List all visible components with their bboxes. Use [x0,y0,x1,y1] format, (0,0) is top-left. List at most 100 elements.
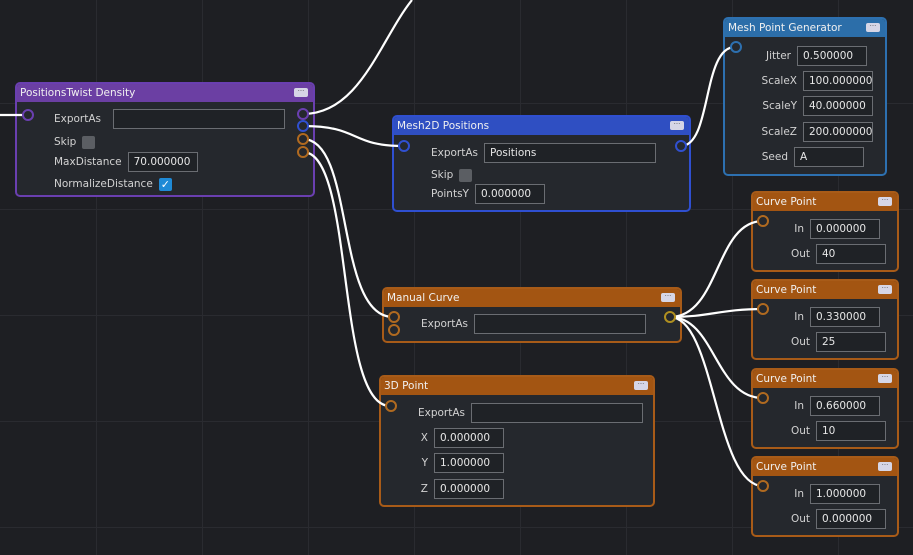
node-curve-point[interactable]: Curve Point ··· In 0.660000 Out 10 [751,368,899,449]
normalizedistance-label: NormalizeDistance [54,178,153,190]
input-port[interactable] [388,311,400,323]
node-title: Curve Point [756,373,817,385]
exportas-input[interactable]: Positions [484,143,657,163]
scaley-input[interactable]: 40.000000 [803,96,873,116]
skip-label: Skip [54,136,77,148]
jitter-label: Jitter [765,50,791,62]
z-label: Z [420,483,428,495]
out-label: Out [790,248,810,260]
skip-checkbox[interactable] [82,135,96,149]
in-input[interactable]: 0.660000 [810,396,880,416]
node-header[interactable]: Manual Curve ··· [384,289,680,307]
input-port[interactable] [757,215,769,227]
seed-label: Seed [761,151,788,163]
exportas-label: ExportAs [431,147,479,159]
node-header[interactable]: Curve Point ··· [753,281,897,299]
comment-icon[interactable]: ··· [878,462,892,471]
node-header[interactable]: 3D Point ··· [381,377,653,395]
maxdistance-label: MaxDistance [54,156,122,168]
skip-checkbox[interactable] [459,168,473,182]
in-input[interactable]: 1.000000 [810,484,880,504]
node-curve-point[interactable]: Curve Point ··· In 1.000000 Out 0.000000 [751,456,899,537]
comment-icon[interactable]: ··· [661,293,675,302]
wire [302,0,413,116]
node-3d-point[interactable]: 3D Point ··· ExportAs X 0.000000 Y 1.000000… [379,375,655,507]
exportas-label: ExportAs [54,113,102,125]
exportas-input[interactable] [113,109,286,129]
input-port[interactable] [22,109,34,121]
scalez-input[interactable]: 200.000000 [803,122,873,142]
comment-icon[interactable]: ··· [294,88,308,97]
input-port[interactable] [757,303,769,315]
input-port[interactable] [385,400,397,412]
node-header[interactable]: PositionsTwist Density ··· [17,84,313,102]
comment-icon[interactable]: ··· [866,23,880,32]
output-port[interactable] [675,140,687,152]
pointsy-label: PointsY [431,188,469,200]
input-port[interactable] [388,324,400,336]
z-input[interactable]: 0.000000 [434,479,504,499]
wire [302,137,394,319]
jitter-input[interactable]: 0.500000 [797,46,867,66]
comment-icon[interactable]: ··· [878,197,892,206]
node-curve-point[interactable]: Curve Point ··· In 0.000000 Out 40 [751,191,899,272]
in-label: In [794,488,804,500]
in-label: In [794,400,804,412]
scalez-label: ScaleZ [761,126,797,138]
exportas-input[interactable] [471,403,644,423]
comment-icon[interactable]: ··· [670,121,684,130]
wire [302,150,391,408]
out-input[interactable]: 0.000000 [816,509,886,529]
output-port[interactable] [297,146,309,158]
out-label: Out [790,425,810,437]
node-header[interactable]: Curve Point ··· [753,458,897,476]
out-input[interactable]: 25 [816,332,886,352]
in-label: In [794,311,804,323]
wire [669,315,764,400]
node-title: Curve Point [756,196,817,208]
y-label: Y [421,457,428,469]
output-port[interactable] [297,108,309,120]
out-input[interactable]: 40 [816,244,886,264]
node-title: Mesh2D Positions [397,120,490,132]
comment-icon[interactable]: ··· [878,374,892,383]
output-port[interactable] [297,133,309,145]
y-input[interactable]: 1.000000 [434,453,504,473]
node-header[interactable]: Mesh Point Generator ··· [725,19,885,37]
node-mesh2d-positions[interactable]: Mesh2D Positions ··· ExportAs Positions Sk… [392,115,691,212]
in-input[interactable]: 0.330000 [810,307,880,327]
input-port[interactable] [398,140,410,152]
in-input[interactable]: 0.000000 [810,219,880,239]
node-title: Manual Curve [387,292,460,304]
exportas-label: ExportAs [418,407,466,419]
wire [302,124,404,148]
out-input[interactable]: 10 [816,421,886,441]
x-label: X [420,432,428,444]
node-header[interactable]: Curve Point ··· [753,193,897,211]
input-port[interactable] [757,392,769,404]
node-title: Curve Point [756,461,817,473]
scaley-label: ScaleY [762,100,797,112]
output-port[interactable] [664,311,676,323]
node-mesh-point-generator[interactable]: Mesh Point Generator ··· Jitter 0.500000 S… [723,17,887,176]
x-input[interactable]: 0.000000 [434,428,504,448]
input-port[interactable] [730,41,742,53]
out-label: Out [790,336,810,348]
comment-icon[interactable]: ··· [878,285,892,294]
scalex-input[interactable]: 100.000000 [803,71,873,91]
node-positions-twist-density[interactable]: PositionsTwist Density ··· ExportAs Skip … [15,82,315,197]
node-manual-curve[interactable]: Manual Curve ··· ExportAs [382,287,682,343]
normalizedistance-checkbox[interactable]: ✓ [158,177,172,191]
wire [669,219,764,319]
input-port[interactable] [757,480,769,492]
exportas-input[interactable] [474,314,647,334]
node-curve-point[interactable]: Curve Point ··· In 0.330000 Out 25 [751,279,899,360]
output-port[interactable] [297,120,309,132]
node-header[interactable]: Curve Point ··· [753,370,897,388]
seed-input[interactable]: A [794,147,864,167]
maxdistance-input[interactable]: 70.000000 [127,152,198,172]
pointsy-input[interactable]: 0.000000 [474,184,545,204]
node-header[interactable]: Mesh2D Positions ··· [394,117,689,135]
exportas-label: ExportAs [421,318,469,330]
comment-icon[interactable]: ··· [634,381,648,390]
